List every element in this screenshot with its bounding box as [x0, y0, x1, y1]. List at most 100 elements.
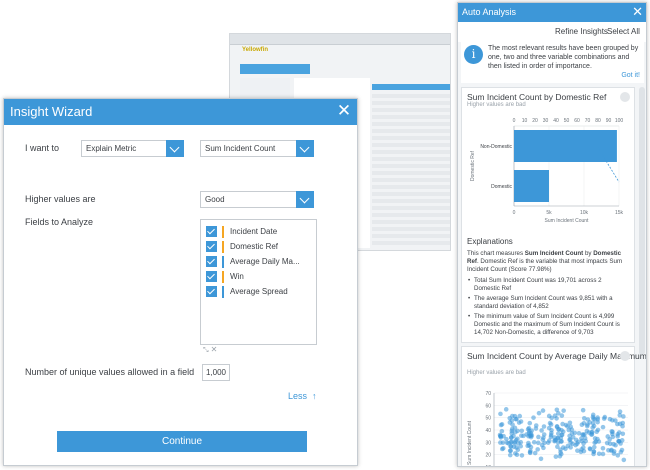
scatter-point	[514, 416, 519, 422]
y-axis-tick-label: 60	[485, 403, 491, 409]
scatter-point	[569, 431, 575, 436]
scatter-point	[600, 424, 606, 430]
background-topbar	[230, 34, 450, 45]
scatter-point	[587, 446, 593, 451]
x-axis-label: Sum Incident Count	[545, 218, 590, 224]
scatter-point	[611, 441, 616, 447]
explanation-bullet: The average Sum Incident Count was 9,851…	[468, 295, 626, 311]
continue-button[interactable]: Continue	[57, 431, 307, 452]
scatter-point	[590, 412, 596, 418]
field-label: Incident Date	[230, 227, 278, 236]
refine-insights-link[interactable]: Refine Insights	[555, 27, 608, 36]
y-axis-tick-label: 40	[485, 428, 491, 434]
background-table-row	[372, 192, 450, 196]
resize-handle-icon[interactable]: ⤡	[203, 347, 209, 354]
scatter-point	[613, 418, 618, 423]
bar	[514, 130, 617, 162]
background-table-row	[372, 129, 450, 133]
scatter-point	[514, 445, 519, 450]
background-table-row	[372, 122, 450, 126]
scatter-point	[506, 441, 511, 446]
background-table-row	[372, 94, 450, 98]
checkbox-checked-icon[interactable]	[206, 286, 217, 297]
scatter-point	[507, 452, 513, 458]
scatter-point	[518, 439, 524, 445]
close-icon[interactable]: ✕	[335, 102, 353, 120]
explanation-intro: This chart measures Sum Incident Count b…	[467, 250, 629, 274]
scatter-point	[509, 426, 515, 432]
scatter-point	[509, 413, 515, 419]
scatter-point	[508, 435, 514, 440]
x-axis-tick-label: 15k	[615, 210, 624, 216]
metric-select[interactable]: Sum Incident Count	[200, 140, 314, 157]
panel-scrollbar[interactable]	[639, 87, 645, 355]
scatter-point	[531, 415, 536, 420]
field-label: Win	[230, 272, 244, 281]
card-title: Sum Incident Count by Domestic Ref	[467, 92, 607, 102]
insight-card-domestic-ref[interactable]: Sum Incident Count by Domestic Ref Highe…	[461, 87, 635, 343]
close-icon[interactable]: ✕	[632, 4, 643, 20]
scatter-point	[620, 423, 625, 429]
info-icon: i	[464, 45, 483, 64]
checkbox-checked-icon[interactable]	[206, 256, 217, 267]
top-axis-tick-label: 10	[522, 118, 528, 124]
background-table-header	[372, 84, 450, 90]
background-table-row	[372, 234, 450, 238]
y-axis-label: Domestic Ref	[470, 150, 476, 181]
checkbox-checked-icon[interactable]	[206, 271, 217, 282]
select-toggle-icon[interactable]	[620, 351, 630, 361]
background-table-row	[372, 227, 450, 231]
explanation-text: This chart measures	[467, 250, 525, 257]
higher-values-select[interactable]: Good	[200, 191, 314, 208]
got-it-link[interactable]: Got it!	[621, 72, 640, 79]
chevron-down-icon[interactable]	[296, 140, 314, 157]
scatter-point	[529, 433, 535, 438]
scatter-point	[617, 412, 623, 418]
field-type-marker	[222, 241, 224, 253]
scatter-point	[513, 451, 518, 456]
select-all-link[interactable]: Select All	[607, 27, 640, 36]
scatter-point	[600, 445, 606, 451]
scatter-point	[591, 449, 597, 455]
scatter-point	[536, 434, 541, 440]
y-axis-tick-label: 30	[485, 440, 491, 446]
background-table-row	[372, 101, 450, 105]
background-table-row	[372, 199, 450, 203]
field-label: Domestic Ref	[230, 242, 279, 251]
clear-icon[interactable]: ✕	[211, 345, 218, 354]
action-select[interactable]: Explain Metric	[81, 140, 184, 157]
select-toggle-icon[interactable]	[620, 92, 630, 102]
background-table-row	[372, 185, 450, 189]
scatter-point	[519, 433, 524, 438]
less-options-link[interactable]: Less ↑	[288, 391, 317, 401]
x-axis-tick-label: 5k	[546, 210, 552, 216]
background-table-row	[372, 108, 450, 112]
unique-values-input[interactable]: 1,000	[202, 364, 230, 381]
scatter-point	[602, 414, 608, 420]
checkbox-checked-icon[interactable]	[206, 241, 217, 252]
top-axis-tick-label: 80	[595, 118, 601, 124]
scatter-point	[519, 453, 525, 458]
scatter-point	[567, 437, 573, 442]
scatter-point	[541, 445, 546, 451]
scatter-point	[547, 438, 552, 443]
scatter-point	[557, 453, 563, 459]
scatter-point	[559, 439, 564, 444]
scatter-point	[503, 407, 509, 412]
category-label: Non-Domestic	[480, 144, 512, 150]
scatter-point	[580, 407, 586, 413]
chevron-down-icon[interactable]	[296, 191, 314, 208]
chevron-down-icon[interactable]	[166, 140, 184, 157]
bar	[514, 170, 549, 202]
scatter-point	[539, 428, 544, 433]
background-table-row	[372, 115, 450, 119]
scatter-point	[541, 435, 546, 440]
scatter-point	[581, 415, 587, 421]
scatter-point	[528, 444, 534, 450]
bar-chart: 0 10 20 30 40 50 60 70 80 90 100 0 5k 10k 15k Non-Domes…	[470, 118, 624, 224]
info-text: The most relevant results have been grou…	[488, 45, 639, 70]
checkbox-checked-icon[interactable]	[206, 226, 217, 237]
explanation-metric: Sum Incident Count	[524, 250, 584, 257]
background-table-row	[372, 150, 450, 154]
insight-card-average-daily-maximum[interactable]: Sum Incident Count by Average Daily Maxi…	[461, 346, 646, 466]
